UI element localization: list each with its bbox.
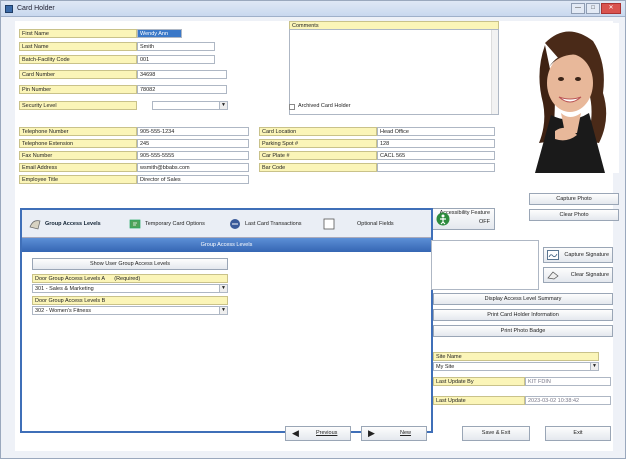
optional-fields-icon <box>323 218 335 229</box>
door-group-access-b-select[interactable]: 302 - Women's Fitness ▼ <box>32 306 228 315</box>
card-location-field[interactable]: Head Office <box>377 127 495 136</box>
chevron-down-icon[interactable]: ▼ <box>219 102 227 109</box>
email-address-field[interactable]: wsmith@bbabs.com <box>137 163 249 172</box>
door-group-access-b-value: 302 - Women's Fitness <box>35 308 91 314</box>
required-tag: (Required) <box>114 276 141 282</box>
close-button[interactable]: ✕ <box>601 3 621 14</box>
app-icon <box>5 5 13 13</box>
title-bar: Card Holder — □ ✕ <box>1 1 625 17</box>
parking-spot-field[interactable]: 128 <box>377 139 495 148</box>
card-holder-window: Card Holder — □ ✕ First Name Wendy Ann L… <box>0 0 626 459</box>
card-holder-form: First Name Wendy Ann Last Name Smith Bat… <box>15 21 619 451</box>
car-plate-field[interactable]: CACL 565 <box>377 151 495 160</box>
arrow-right-icon: ▶ <box>368 428 375 438</box>
bar-code-field[interactable] <box>377 163 495 172</box>
bar-code-label: Bar Code <box>259 163 377 172</box>
signature-box <box>431 240 539 290</box>
chevron-down-icon[interactable]: ▼ <box>590 363 598 370</box>
tabs-panel: Group Access Levels Temporary Card Optio… <box>20 208 433 433</box>
first-name-field[interactable]: Wendy Ann <box>137 29 182 38</box>
tab-group-access-levels-label: Group Access Levels <box>45 221 101 227</box>
comments-scrollbar[interactable] <box>491 30 498 114</box>
batch-facility-code-label: Batch-Facility Code <box>19 55 137 64</box>
door-group-access-a-value: 301 - Sales & Marketing <box>35 286 94 292</box>
accessibility-icon <box>436 212 450 226</box>
tab-last-card-transactions-label: Last Card Transactions <box>245 221 302 227</box>
chevron-down-icon[interactable]: ▼ <box>219 285 227 292</box>
transactions-icon <box>230 218 240 229</box>
chevron-down-icon[interactable]: ▼ <box>219 307 227 314</box>
eraser-icon <box>547 271 559 280</box>
capture-signature-button[interactable]: Capture Signature <box>543 247 613 263</box>
clear-signature-label: Clear Signature <box>570 272 609 278</box>
archived-label: Archived Card Holder <box>298 103 351 109</box>
previous-label: Previous <box>316 430 338 436</box>
telephone-extension-label: Telephone Extension <box>19 139 137 148</box>
last-update-by-value: KIT FDIN <box>525 377 611 386</box>
new-button[interactable]: ▶ New <box>361 426 427 441</box>
telephone-number-label: Telephone Number <box>19 127 137 136</box>
email-address-label: Email Address <box>19 163 137 172</box>
door-group-access-a-text: Door Group Access Levels A <box>35 276 105 282</box>
tab-strip: Group Access Levels Temporary Card Optio… <box>22 210 431 238</box>
temporary-card-icon <box>129 219 141 228</box>
archived-checkbox[interactable] <box>289 104 295 110</box>
tab-group-access-levels[interactable]: Group Access Levels <box>28 216 101 232</box>
clear-signature-button[interactable]: Clear Signature <box>543 267 613 283</box>
door-group-access-b-label: Door Group Access Levels B <box>32 296 228 305</box>
security-level-select[interactable]: ▼ <box>152 101 228 110</box>
minimize-button[interactable]: — <box>571 3 585 14</box>
accessibility-button[interactable]: Accessibility Feature OFF <box>431 208 495 230</box>
first-name-label: First Name <box>19 29 137 38</box>
tab-last-card-transactions[interactable]: Last Card Transactions <box>228 216 302 232</box>
show-user-group-access-levels-button[interactable]: Show User Group Access Levels <box>32 258 228 270</box>
pin-number-field[interactable]: 78082 <box>137 85 227 94</box>
tab-temporary-card-options[interactable]: Temporary Card Options <box>128 216 205 232</box>
security-level-label: Security Level <box>19 101 137 110</box>
capture-signature-label: Capture Signature <box>564 252 609 258</box>
telephone-number-field[interactable]: 905-555-1234 <box>137 127 249 136</box>
save-exit-button[interactable]: Save & Exit <box>462 426 530 441</box>
car-plate-label: Car Plate # <box>259 151 377 160</box>
signature-icon <box>547 250 559 260</box>
print-card-holder-info-button[interactable]: Print Card Holder Information <box>433 309 613 321</box>
telephone-extension-field[interactable]: 245 <box>137 139 249 148</box>
card-location-label: Card Location <box>259 127 377 136</box>
tab-optional-fields[interactable]: Optional Fields <box>322 216 394 232</box>
window-title: Card Holder <box>17 5 55 12</box>
print-photo-badge-button[interactable]: Print Photo Badge <box>433 325 613 337</box>
site-name-value: My Site <box>436 364 455 370</box>
parking-spot-label: Parking Spot # <box>259 139 377 148</box>
display-access-level-summary-button[interactable]: Display Access Level Summary <box>433 293 613 305</box>
last-update-label: Last Update <box>433 396 525 405</box>
door-group-access-a-select[interactable]: 301 - Sales & Marketing ▼ <box>32 284 228 293</box>
tab-optional-fields-label: Optional Fields <box>357 221 394 227</box>
group-access-icon <box>29 219 41 229</box>
tab-temporary-card-options-label: Temporary Card Options <box>145 221 205 227</box>
last-name-label: Last Name <box>19 42 137 51</box>
clear-photo-button[interactable]: Clear Photo <box>529 209 619 221</box>
fax-number-label: Fax Number <box>19 151 137 160</box>
site-name-label: Site Name <box>433 352 599 361</box>
batch-facility-code-field[interactable]: 001 <box>137 55 215 64</box>
door-group-access-a-label: Door Group Access Levels A (Required) <box>32 274 228 283</box>
pin-number-label: Pin Number <box>19 85 137 94</box>
exit-button[interactable]: Exit <box>545 426 611 441</box>
maximize-button[interactable]: □ <box>586 3 600 14</box>
arrow-left-icon: ◀ <box>292 428 299 438</box>
cardholder-photo <box>515 23 619 173</box>
last-update-value: 2023-03-02 10:38:42 <box>525 396 611 405</box>
site-name-select[interactable]: My Site ▼ <box>433 362 599 371</box>
employee-title-label: Employee Title <box>19 175 137 184</box>
group-access-levels-header: Group Access Levels <box>22 238 431 252</box>
capture-photo-button[interactable]: Capture Photo <box>529 193 619 205</box>
last-name-field[interactable]: Smith <box>137 42 215 51</box>
last-update-by-label: Last Update By <box>433 377 525 386</box>
fax-number-field[interactable]: 905-555-5555 <box>137 151 249 160</box>
employee-title-field[interactable]: Director of Sales <box>137 175 249 184</box>
card-number-field[interactable]: 34698 <box>137 70 227 79</box>
new-label: New <box>400 430 412 436</box>
card-number-label: Card Number <box>19 70 137 79</box>
previous-button[interactable]: ◀ Previous <box>285 426 351 441</box>
